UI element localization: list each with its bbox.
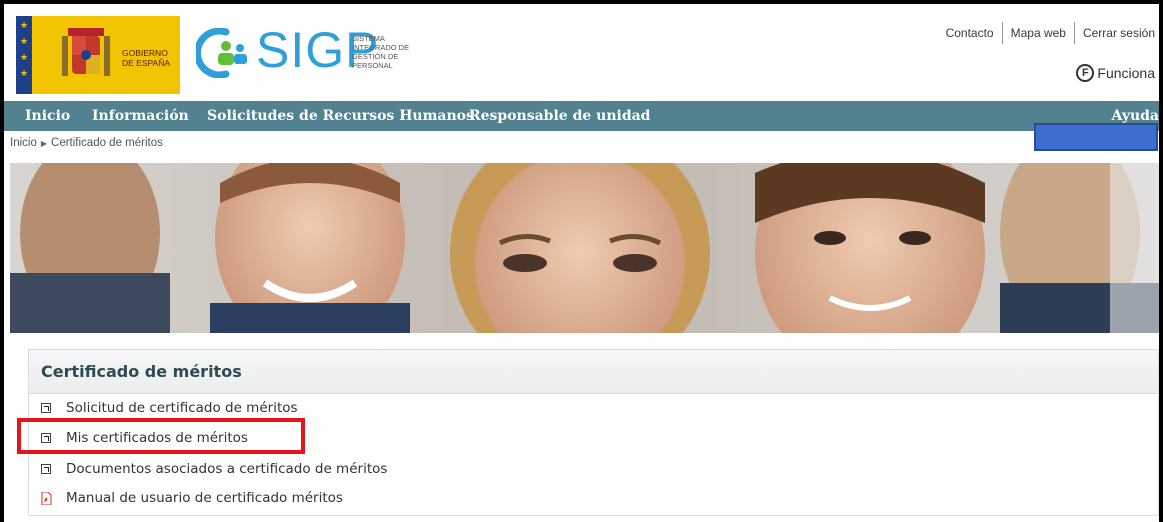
mapa-web-link[interactable]: Mapa web — [1011, 26, 1066, 40]
external-link-icon — [41, 403, 51, 413]
banner-people-photo — [10, 163, 1159, 333]
breadcrumb-arrow-icon: ▶ — [40, 139, 48, 148]
funciona-f-icon: F — [1076, 64, 1095, 82]
main-nav: Inicio Información Solicitudes de Recurs… — [4, 101, 1159, 131]
panel-header: Certificado de méritos — [29, 350, 1158, 394]
link-manual-usuario[interactable]: Manual de usuario de certificado méritos — [41, 490, 343, 506]
contacto-link[interactable]: Contacto — [946, 26, 994, 40]
breadcrumb-current: Certificado de méritos — [51, 137, 163, 149]
divider — [1001, 22, 1003, 44]
sigp-logo[interactable]: SIGP SISTEMA INTEGRADO DE GESTIÓN DE PER… — [196, 22, 436, 88]
nav-item-inicio[interactable]: Inicio — [25, 101, 70, 131]
nav-item-informacion[interactable]: Información — [92, 101, 189, 131]
gobierno-logo-text: GOBIERNO DE ESPAÑA — [122, 48, 171, 68]
nav-item-solicitudes-rrhh[interactable]: Solicitudes de Recursos Humanos — [207, 101, 474, 131]
annotation-highlight-box — [17, 418, 305, 454]
funciona-label: Funciona — [1097, 65, 1155, 81]
sigp-people-icon — [196, 28, 247, 78]
redacted-user-area[interactable] — [1034, 123, 1158, 151]
sigp-subtitle: SISTEMA INTEGRADO DE GESTIÓN DE PERSONAL — [352, 34, 410, 70]
breadcrumb-home-link[interactable]: Inicio — [10, 137, 37, 149]
coat-of-arms-icon — [62, 28, 110, 76]
cerrar-sesion-link[interactable]: Cerrar sesión — [1083, 26, 1155, 40]
link-label: Documentos asociados a certificado de mé… — [66, 461, 388, 477]
divider — [1073, 22, 1075, 44]
top-links: Contacto Mapa web Cerrar sesión — [946, 22, 1155, 44]
breadcrumb: Inicio ▶ Certificado de méritos — [10, 137, 163, 149]
panel-title: Certificado de méritos — [41, 362, 242, 381]
banner-image — [10, 163, 1159, 333]
link-label: Manual de usuario de certificado méritos — [66, 490, 343, 506]
link-solicitud-certificado[interactable]: Solicitud de certificado de méritos — [41, 400, 298, 416]
link-documentos-asociados[interactable]: Documentos asociados a certificado de mé… — [41, 461, 387, 477]
eu-flag-strip: ★ ★ ★ ★ — [16, 16, 32, 94]
gobierno-logo[interactable]: ★ ★ ★ ★ GOBIERNO DE ESPAÑA — [16, 16, 180, 94]
funciona-logo[interactable]: F Funciona — [1076, 64, 1155, 82]
link-label: Solicitud de certificado de méritos — [66, 400, 298, 416]
pdf-icon — [41, 491, 52, 505]
nav-item-responsable-unidad[interactable]: Responsable de unidad — [469, 101, 650, 131]
external-link-icon — [41, 464, 51, 474]
